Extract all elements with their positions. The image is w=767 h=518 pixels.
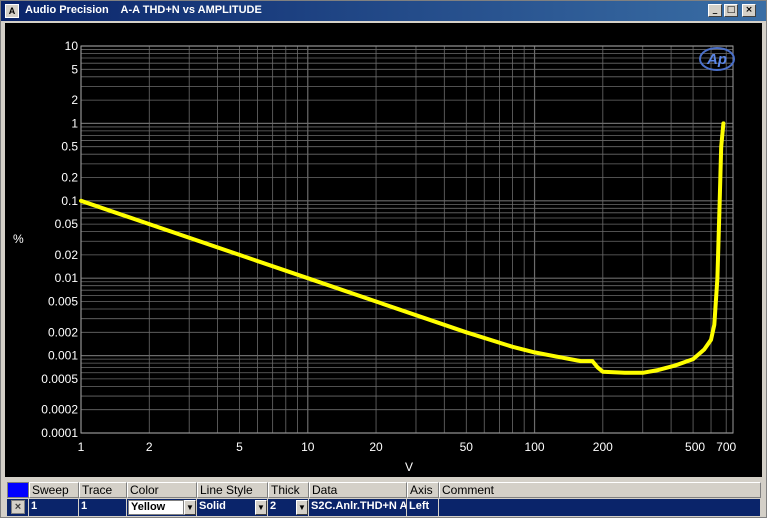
- y-tick-label: 0.002: [48, 325, 78, 339]
- row-sweep[interactable]: 1: [29, 499, 79, 516]
- row-data[interactable]: S2C.Anlr.THD+N Ampl: [309, 499, 407, 516]
- x-tick-label: 50: [460, 440, 474, 454]
- minimize-button[interactable]: _: [708, 4, 722, 17]
- y-tick-label: 0.05: [55, 217, 79, 231]
- y-tick-label: 0.001: [48, 349, 78, 363]
- y-tick-label: 0.02: [55, 248, 79, 262]
- header-thick[interactable]: Thick: [268, 482, 309, 498]
- y-tick-label: 0.2: [61, 171, 78, 185]
- y-tick-label: 0.0002: [41, 403, 78, 417]
- x-tick-label: 2: [146, 440, 153, 454]
- x-tick-label: 5: [236, 440, 243, 454]
- x-tick-label: 200: [593, 440, 613, 454]
- header-line-style[interactable]: Line Style: [197, 482, 268, 498]
- x-tick-label: 700: [716, 440, 736, 454]
- x-tick-label: 10: [301, 440, 315, 454]
- ap-logo-text: Ap: [706, 51, 727, 68]
- ap-app-icon[interactable]: A: [5, 4, 19, 18]
- y-tick-label: 1: [71, 116, 78, 130]
- row-axis[interactable]: Left: [407, 499, 439, 516]
- close-button[interactable]: ×: [742, 4, 756, 17]
- header-trace[interactable]: Trace: [79, 482, 127, 498]
- window-title: Audio Precision A-A THD+N vs AMPLITUDE: [25, 4, 262, 16]
- line-style-dropdown-arrow-icon[interactable]: ▼: [255, 500, 267, 515]
- thick-dropdown-arrow-icon[interactable]: ▼: [296, 500, 308, 515]
- row-trace[interactable]: 1: [79, 499, 127, 516]
- y-tick-label: 2: [71, 93, 78, 107]
- y-tick-label: 0.0001: [41, 426, 78, 440]
- color-dropdown-arrow-icon[interactable]: ▼: [184, 500, 196, 515]
- header-comment[interactable]: Comment: [439, 482, 761, 498]
- color-select[interactable]: Yellow: [128, 500, 184, 515]
- row-line-style[interactable]: Solid: [197, 499, 255, 516]
- x-axis-label: V: [405, 460, 413, 474]
- x-tick-label: 1: [78, 440, 85, 454]
- row-thick[interactable]: 2: [268, 499, 296, 516]
- y-tick-label: 0.01: [55, 271, 79, 285]
- graph-area[interactable]: 10 5 2 1 0.5 0.2 0.1 0.05 0.02 0.01 0.005 0.002 0.00…: [5, 23, 762, 477]
- x-tick-label: 500: [685, 440, 705, 454]
- y-tick-label: 5: [71, 62, 78, 76]
- header-color[interactable]: Color: [127, 482, 197, 498]
- row-comment[interactable]: [439, 499, 761, 516]
- y-tick-label: 0.005: [48, 294, 78, 308]
- plot-frame: [80, 45, 734, 434]
- y-tick-label: 0.1: [61, 194, 78, 208]
- title-bar[interactable]: A Audio Precision A-A THD+N vs AMPLITUDE…: [1, 1, 766, 21]
- y-tick-label: 0.5: [61, 140, 78, 154]
- y-tick-label: 10: [65, 39, 79, 53]
- maximize-button[interactable]: □: [724, 4, 738, 17]
- y-axis-label: %: [13, 232, 24, 246]
- header-axis[interactable]: Axis: [407, 482, 439, 498]
- header-data[interactable]: Data: [309, 482, 407, 498]
- panel-corner-selector[interactable]: [7, 482, 29, 498]
- x-tick-label: 100: [525, 440, 545, 454]
- enable-checkbox[interactable]: ×: [11, 500, 25, 514]
- header-sweep[interactable]: Sweep: [29, 482, 79, 498]
- y-tick-label: 0.0005: [41, 372, 78, 386]
- thd-vs-amplitude-chart[interactable]: 10 5 2 1 0.5 0.2 0.1 0.05 0.02 0.01 0.005 0.002 0.00…: [5, 23, 762, 477]
- x-tick-label: 20: [369, 440, 383, 454]
- series-line-1: [79, 121, 726, 375]
- trace-panel: Sweep Trace Color Line Style Thick Data …: [5, 479, 762, 517]
- app-window: A Audio Precision A-A THD+N vs AMPLITUDE…: [0, 0, 767, 518]
